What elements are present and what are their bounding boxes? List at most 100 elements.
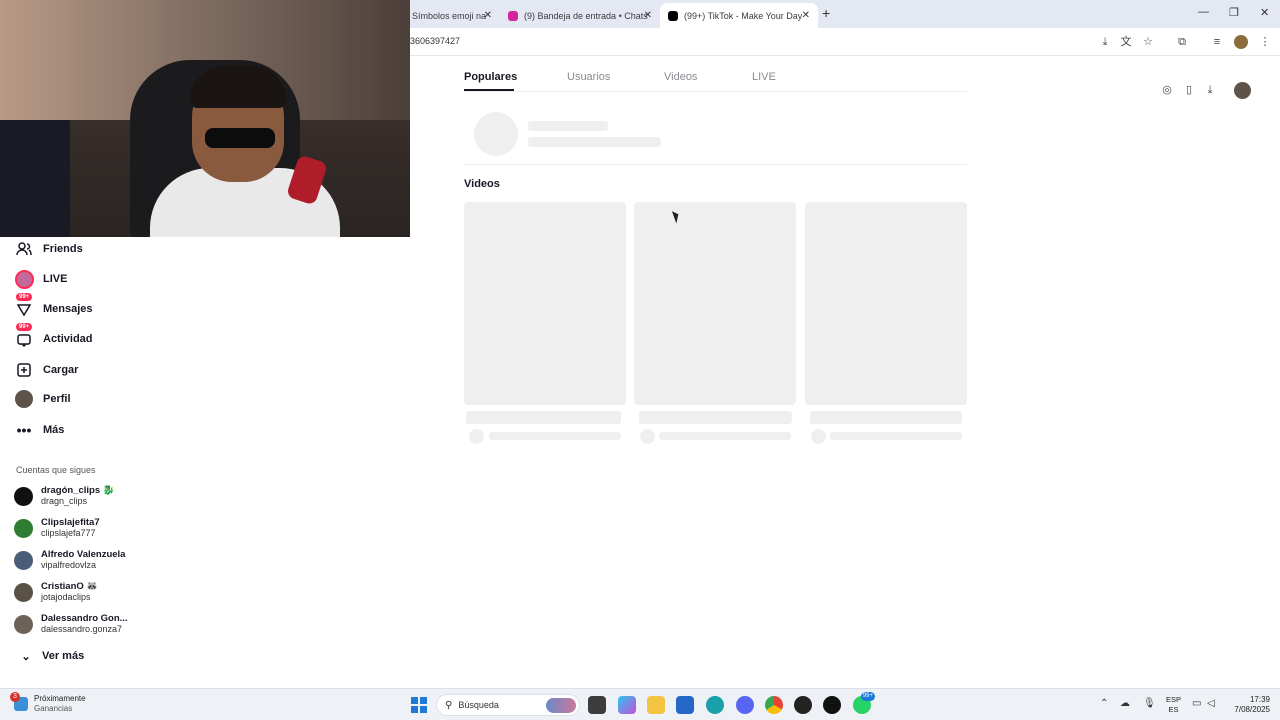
new-tab-button[interactable]: + — [822, 5, 830, 21]
copilot-icon[interactable] — [618, 696, 636, 714]
close-tab-icon[interactable]: ✕ — [484, 10, 492, 21]
video-author-avatar-skeleton — [469, 429, 484, 444]
language-indicator[interactable]: ESP ES — [1166, 695, 1181, 715]
friends-icon — [14, 239, 34, 259]
activity-icon: 99+ — [14, 323, 34, 349]
sidebar-item-live[interactable]: LIVE — [14, 267, 67, 291]
tab-users[interactable]: Usuarios — [567, 71, 610, 83]
video-caption-skeleton — [466, 411, 621, 424]
language-code: ESP — [1166, 695, 1182, 704]
account-name: CristianO 🦝 — [41, 581, 99, 592]
phone-icon[interactable]: ▯ — [1182, 83, 1196, 97]
sidebar-item-label: Actividad — [43, 333, 93, 345]
account-avatar — [14, 550, 33, 570]
tab-live[interactable]: LIVE — [752, 71, 776, 83]
account-name: Dalessandro Gon... — [41, 613, 128, 624]
minimize-button[interactable]: — — [1198, 6, 1209, 18]
volume-icon[interactable]: ◁ — [1207, 698, 1215, 709]
tab-top[interactable]: Populares — [464, 71, 517, 83]
sidebar-item-activity[interactable]: 99+ Actividad — [14, 323, 93, 351]
tab-title: (9) Bandeja de entrada • Chats — [524, 10, 648, 21]
see-more-button[interactable]: ⌄ Ver más — [18, 647, 84, 665]
task-view-icon[interactable] — [588, 696, 606, 714]
video-author-avatar-skeleton — [811, 429, 826, 444]
widgets-badge: 3 — [10, 692, 20, 702]
sidebar-item-upload[interactable]: Cargar — [14, 358, 78, 382]
user-avatar[interactable] — [1234, 82, 1251, 99]
store-icon[interactable] — [676, 696, 694, 714]
start-button[interactable] — [411, 697, 427, 713]
maximize-button[interactable]: ❐ — [1229, 6, 1239, 19]
activity-badge: 99+ — [16, 323, 33, 331]
taskbar-search[interactable]: ⚲ Búsqueda — [436, 694, 580, 716]
close-tab-icon[interactable]: ✕ — [644, 10, 652, 21]
star-icon[interactable]: ☆ — [1141, 35, 1155, 49]
onedrive-icon[interactable]: ☁ — [1120, 698, 1130, 709]
upload-icon — [14, 360, 34, 380]
microphone-icon[interactable]: 🎙 — [1143, 698, 1156, 709]
tab-instagram-chats[interactable]: (9) Bandeja de entrada • Chats ✕ — [500, 3, 660, 28]
edge-icon[interactable] — [706, 696, 724, 714]
tab-tiktok[interactable]: (99+) TikTok - Make Your Day ✕ — [660, 3, 818, 28]
user-name-skeleton — [528, 121, 608, 131]
whatsapp-icon[interactable]: 99+ — [853, 692, 875, 714]
widgets-icon: 3 — [10, 692, 28, 711]
sidebar-item-messages[interactable]: 99+ Mensajes — [14, 293, 93, 321]
media-icon[interactable]: ≡ — [1210, 35, 1224, 49]
download-icon[interactable]: ⤓ — [1203, 83, 1217, 97]
following-account[interactable]: CristianO 🦝 jotajodaclips — [14, 577, 98, 607]
sidebar-item-friends[interactable]: Friends — [14, 237, 83, 261]
url-field[interactable]: 3606397427 — [410, 36, 460, 46]
clock-time: 17:39 — [1249, 695, 1270, 704]
clock-date: 7/08/2025 — [1234, 705, 1270, 714]
messages-icon: 99+ — [14, 293, 34, 319]
install-icon[interactable]: ⤓ — [1098, 35, 1112, 49]
following-account[interactable]: Alfredo Valenzuela vipalfredovlza — [14, 545, 125, 575]
video-author-skeleton — [659, 432, 791, 440]
account-avatar — [14, 518, 33, 538]
obs-icon[interactable] — [794, 696, 812, 714]
sidebar-item-more[interactable]: ••• Más — [14, 418, 65, 442]
user-handle-skeleton — [528, 137, 661, 147]
keyboard-layout: ES — [1168, 705, 1179, 714]
video-author-avatar-skeleton — [640, 429, 655, 444]
network-icon[interactable]: ▭ — [1192, 698, 1201, 709]
search-placeholder: Búsqueda — [458, 700, 499, 710]
widgets-line1: Próximamente — [34, 694, 86, 703]
sidebar-item-profile[interactable]: Perfil — [14, 387, 71, 411]
chrome-icon[interactable] — [765, 696, 783, 714]
account-name: Alfredo Valenzuela — [41, 549, 126, 560]
video-author-skeleton — [489, 432, 621, 440]
whatsapp-badge: 99+ — [860, 692, 875, 701]
translate-icon[interactable]: 文 — [1119, 35, 1133, 49]
sidebar-item-label: LIVE — [43, 273, 68, 285]
profile-avatar — [14, 389, 34, 409]
widgets-button[interactable]: 3 Próximamente Ganancias — [10, 692, 86, 714]
user-avatar-skeleton — [474, 112, 518, 156]
instagram-icon — [508, 10, 518, 21]
account-handle: dalessandro.gonza7 — [41, 624, 123, 634]
see-more-label: Ver más — [42, 650, 85, 662]
system-clock[interactable]: 17:39 7/08/2025 — [1226, 695, 1270, 715]
discord-icon[interactable] — [736, 696, 754, 714]
following-account[interactable]: dragón_clips 🐉 dragn_clips — [14, 481, 115, 511]
menu-icon[interactable]: ⋮ — [1258, 35, 1272, 49]
compass-icon[interactable]: ◎ — [1160, 83, 1174, 97]
following-account[interactable]: Clipslajefita7 clipslajefa777 — [14, 513, 100, 543]
search-highlight-image — [546, 698, 576, 713]
account-handle: jotajodaclips — [41, 592, 91, 602]
profile-icon[interactable] — [1234, 35, 1248, 49]
more-icon: ••• — [16, 422, 32, 438]
file-explorer-icon[interactable] — [647, 696, 665, 714]
webcam-person-hair — [190, 66, 286, 108]
tab-emoji-symbols[interactable]: Símbolos emoji na ✕ — [404, 3, 500, 28]
close-window-button[interactable]: ✕ — [1260, 6, 1269, 19]
extensions-icon[interactable]: ⧉ — [1175, 35, 1189, 49]
media-player-icon[interactable] — [823, 696, 841, 714]
account-handle: dragn_clips — [41, 496, 88, 506]
sidebar-item-label: Cargar — [43, 364, 79, 376]
chevron-up-icon[interactable]: ⌃ — [1100, 698, 1108, 709]
following-account[interactable]: Dalessandro Gon... dalessandro.gonza7 — [14, 609, 128, 639]
close-tab-icon[interactable]: ✕ — [802, 10, 810, 21]
tab-videos[interactable]: Videos — [664, 71, 697, 83]
